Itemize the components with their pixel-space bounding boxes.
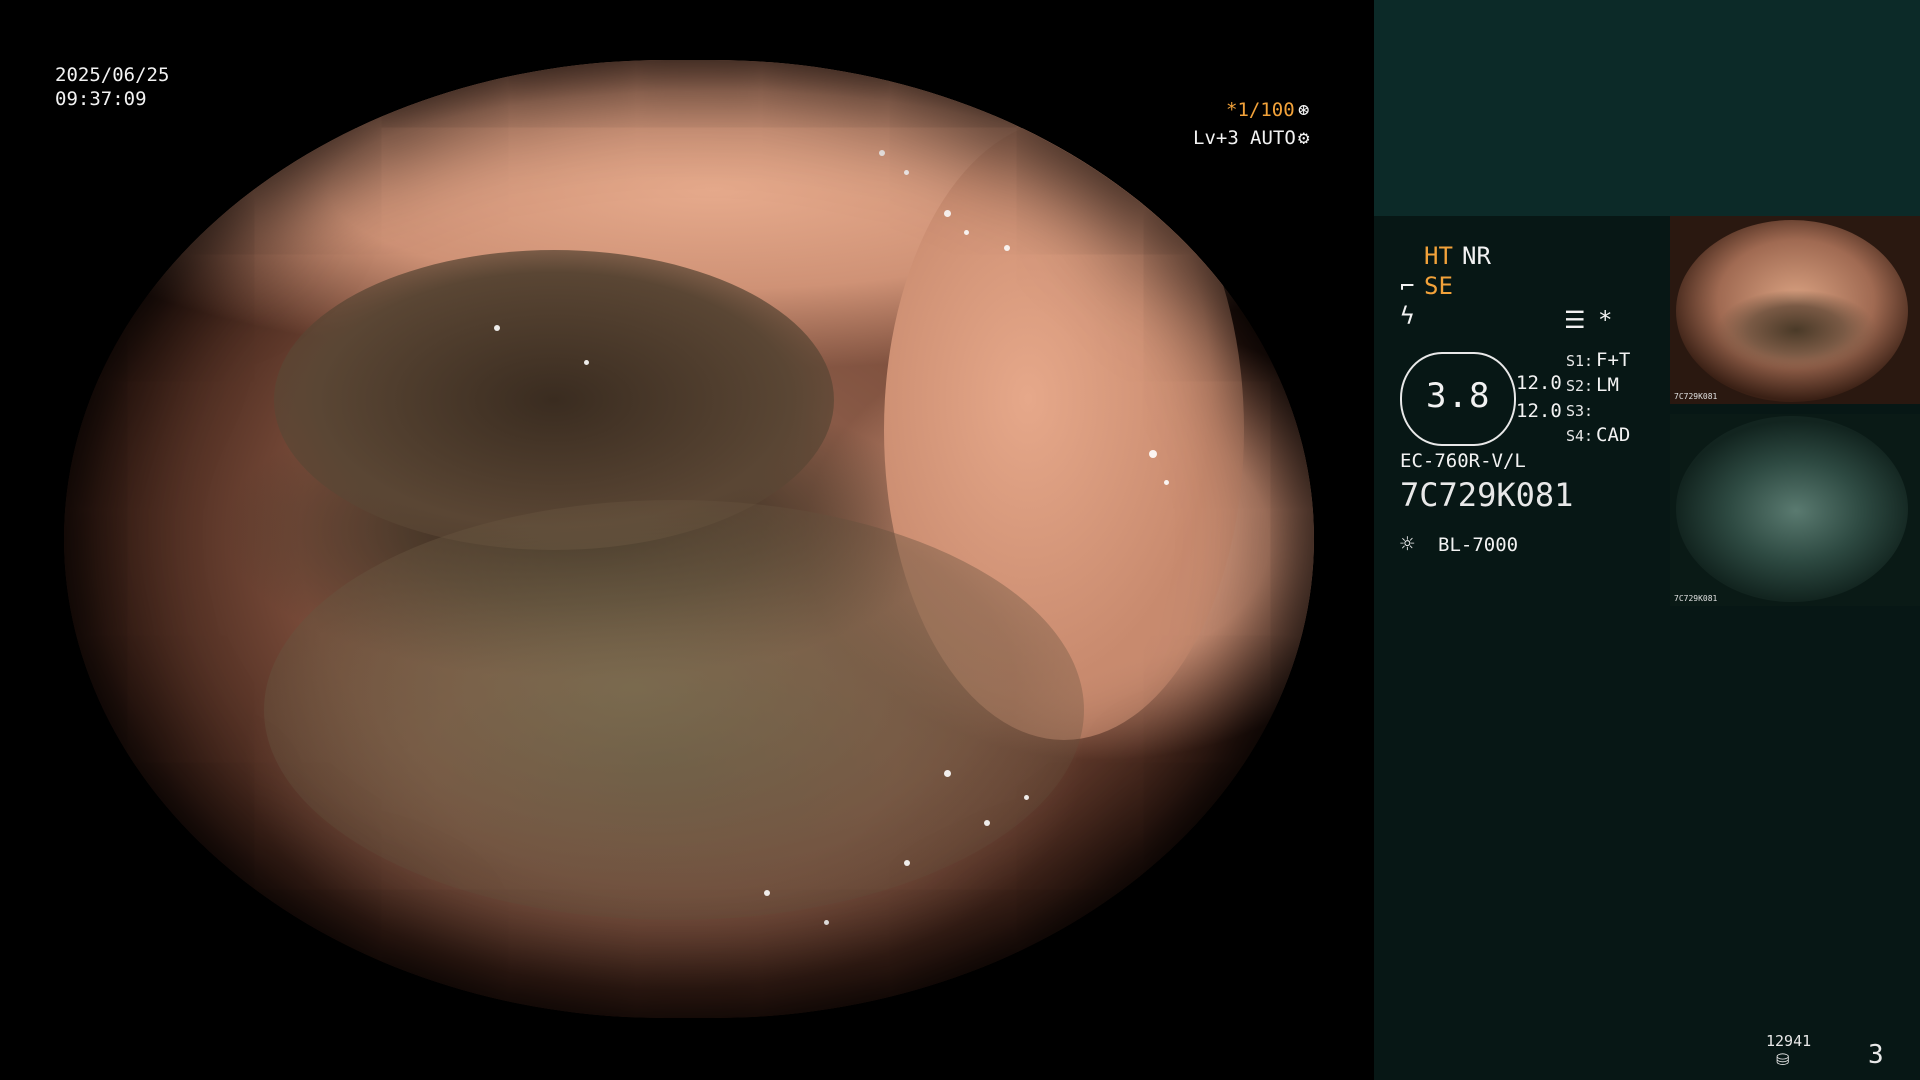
- value-a: 12.0: [1516, 372, 1562, 394]
- settings-list-icon: ☰: [1564, 306, 1586, 334]
- value-b: 12.0: [1516, 400, 1562, 422]
- storage-icon: ⛁: [1776, 1050, 1790, 1069]
- s3-key: S3:: [1566, 402, 1594, 420]
- thumbnail-1[interactable]: 7C729K081: [1670, 216, 1920, 404]
- model-label: EC-760R-V/L: [1400, 450, 1526, 472]
- level-label: Lv+3: [1193, 127, 1239, 149]
- endoscope-image: [64, 60, 1314, 1018]
- s4-value: CAD: [1596, 424, 1631, 446]
- zoom-value: 3.8: [1426, 376, 1491, 416]
- thumbnail-2-label: 7C729K081: [1674, 594, 1718, 603]
- se-indicator: SE: [1424, 272, 1453, 300]
- s1-value: F+T: [1596, 349, 1631, 371]
- nr-indicator: NR: [1462, 242, 1491, 270]
- ht-indicator: HT: [1424, 242, 1453, 270]
- page-number: 3: [1868, 1040, 1884, 1070]
- thumbnail-2[interactable]: 7C729K081: [1670, 414, 1920, 606]
- thumbnail-1-image: [1676, 220, 1908, 402]
- gear-icon: ⚙: [1298, 127, 1310, 149]
- thumbnail-1-label: 7C729K081: [1674, 392, 1718, 401]
- date-label: 2025/06/25: [55, 64, 170, 86]
- thumbnail-2-image: [1676, 416, 1908, 602]
- s4-key: S4:: [1566, 427, 1594, 445]
- s1-key: S1:: [1566, 352, 1594, 370]
- aperture-icon: ⊛: [1298, 99, 1310, 121]
- light-source-label: BL-7000: [1438, 534, 1519, 556]
- lamp-icon: ☼: [1400, 530, 1415, 558]
- shutter-speed-label: *1/100: [1226, 99, 1295, 121]
- fiber-icon: ⌐: [1400, 272, 1415, 300]
- s2-key: S2:: [1566, 377, 1594, 395]
- serial-label: 7C729K081: [1400, 476, 1574, 514]
- s2-value: LM: [1596, 374, 1619, 396]
- bolt-icon: ϟ: [1400, 302, 1415, 330]
- storage-count: 12941: [1766, 1032, 1812, 1050]
- asterisk-indicator: *: [1598, 306, 1613, 334]
- time-label: 09:37:09: [55, 88, 147, 110]
- top-info-panel: [1374, 0, 1920, 216]
- mode-label: AUTO: [1250, 127, 1296, 149]
